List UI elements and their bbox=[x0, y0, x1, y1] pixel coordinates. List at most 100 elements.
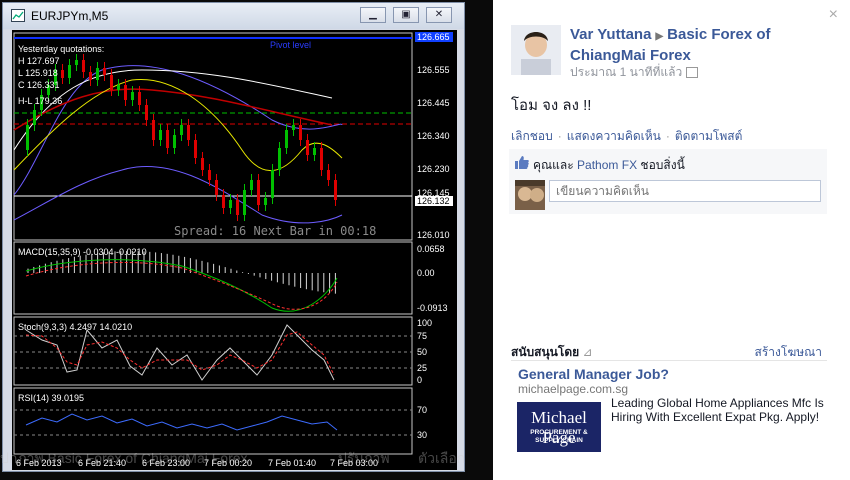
candle-body bbox=[180, 125, 183, 135]
candle-body bbox=[327, 170, 330, 180]
price-tick: 126.665 bbox=[417, 32, 450, 42]
sponsored-info-icon[interactable]: ⊿ bbox=[583, 345, 593, 359]
candle-body bbox=[208, 170, 211, 180]
thumbs-up-icon bbox=[515, 156, 529, 169]
ad-domain: michaelpage.com.sg bbox=[518, 382, 629, 396]
quote-line: Yesterday quotations: bbox=[18, 44, 104, 54]
quote-line: C 126.331 bbox=[18, 80, 60, 90]
price-tick: 126.010 bbox=[417, 230, 450, 240]
rsi-tick: 70 bbox=[417, 405, 427, 415]
caption-options-link[interactable]: ตัวเลือก bbox=[418, 448, 465, 470]
candle-body bbox=[33, 110, 36, 125]
candle-body bbox=[152, 120, 155, 140]
main-chart-frame bbox=[13, 32, 413, 241]
price-tick: 126.340 bbox=[417, 131, 450, 141]
candle-body bbox=[299, 125, 302, 140]
candle-body bbox=[82, 60, 85, 72]
candle-body bbox=[271, 170, 274, 198]
macd-label: MACD(15,35,9) -0.0304 -0.0210 bbox=[18, 247, 147, 257]
macd-tick: 0.00 bbox=[417, 268, 435, 278]
candle-body bbox=[89, 72, 92, 80]
maximize-button[interactable]: ▣ bbox=[393, 7, 419, 23]
candle-body bbox=[229, 200, 232, 208]
stoch-tick: 50 bbox=[417, 347, 427, 357]
close-button[interactable]: ✕ bbox=[426, 7, 452, 23]
caption-album-link[interactable]: ปกภาพ Basic Forex of ChiangMai Forex bbox=[0, 448, 248, 470]
unlike-link[interactable]: เลิกชอบ bbox=[511, 129, 553, 143]
stoch-tick: 25 bbox=[417, 363, 427, 373]
ad-body: Leading Global Home Appliances Mfc Is Hi… bbox=[611, 396, 824, 424]
macd-tick: 0.0658 bbox=[417, 244, 445, 254]
chart-window: EURJPYm,M5 ▁ ▣ ✕ Pivot level Yesterday q… bbox=[2, 2, 465, 472]
candle-body bbox=[131, 92, 134, 100]
follow-post-link[interactable]: ติดตามโพสต์ bbox=[675, 129, 743, 143]
candle-body bbox=[243, 190, 246, 215]
stoch-tick: 75 bbox=[417, 331, 427, 341]
chart-area: Pivot level Yesterday quotations: H 127.… bbox=[12, 30, 457, 470]
candle-body bbox=[306, 140, 309, 155]
candle-body bbox=[96, 68, 99, 80]
candle-body bbox=[187, 125, 190, 140]
rsi-axis: 70 30 bbox=[417, 405, 427, 440]
stoch-tick: 100 bbox=[417, 318, 432, 328]
commenter-avatar bbox=[515, 180, 545, 210]
candle-body bbox=[215, 180, 218, 195]
candle-body bbox=[110, 75, 113, 90]
author-avatar[interactable] bbox=[511, 25, 561, 75]
candle-body bbox=[103, 68, 106, 75]
likes-box: คุณและ Pathom FX ชอบสิ่งนี้ bbox=[509, 149, 827, 214]
photo-viewer: EURJPYm,M5 ▁ ▣ ✕ Pivot level Yesterday q… bbox=[0, 0, 493, 480]
audience-icon[interactable] bbox=[686, 67, 699, 79]
ad-divider bbox=[511, 360, 827, 361]
separator: · bbox=[557, 129, 562, 143]
candle-body bbox=[236, 200, 239, 215]
post-sidebar: × Var Yuttana ▶ Basic Forex of ChiangMai F… bbox=[493, 0, 850, 480]
price-axis: 126.665 126.555 126.445 126.340 126.230 … bbox=[415, 32, 453, 240]
comment-input[interactable] bbox=[549, 180, 821, 202]
commenter-photo bbox=[515, 180, 545, 210]
candle-body bbox=[222, 195, 225, 208]
candle-body bbox=[264, 198, 267, 205]
candle-body bbox=[117, 85, 120, 90]
author-name[interactable]: Var Yuttana bbox=[570, 26, 651, 43]
stoch-label: Stoch(9,3,3) 4.2497 14.0210 bbox=[18, 322, 132, 332]
candle-body bbox=[285, 130, 288, 148]
macd-tick: -0.0913 bbox=[417, 303, 448, 313]
rsi-label: RSI(14) 39.0195 bbox=[18, 393, 84, 403]
candle-body bbox=[145, 105, 148, 120]
price-tick: 126.555 bbox=[417, 65, 450, 75]
photo-caption-overlay: ปกภาพ Basic Forex of ChiangMai Forex ปรั… bbox=[0, 446, 493, 472]
current-price: 126.132 bbox=[417, 196, 450, 206]
sponsored-label: สนับสนุนโดย bbox=[511, 345, 580, 359]
candle-body bbox=[194, 140, 197, 158]
pivot-label: Pivot level bbox=[270, 40, 311, 50]
close-icon[interactable]: × bbox=[829, 6, 838, 24]
candle-body bbox=[320, 148, 323, 170]
spread-text: Spread: 16 Next Bar in 00:18 bbox=[174, 224, 376, 238]
price-tick: 126.230 bbox=[417, 164, 450, 174]
caption-edit-link[interactable]: ปรับภาพ bbox=[338, 448, 390, 470]
candle-body bbox=[313, 148, 316, 155]
minimize-button[interactable]: ▁ bbox=[360, 7, 386, 23]
post-actions: เลิกชอบ · แสดงความคิดเห็น · ติดตามโพสต์ bbox=[511, 127, 742, 146]
candle-body bbox=[292, 125, 295, 130]
ad-image[interactable]: Michael Page PROCUREMENT & SUPPLY CHAIN bbox=[517, 402, 601, 452]
liker-link[interactable]: Pathom FX bbox=[577, 158, 637, 172]
comment-link[interactable]: แสดงความคิดเห็น bbox=[567, 129, 661, 143]
timestamp-text[interactable]: ประมาณ 1 นาทีที่แล้ว bbox=[570, 65, 682, 79]
ad-image-subtitle: PROCUREMENT & SUPPLY CHAIN bbox=[530, 429, 588, 444]
candle-body bbox=[201, 158, 204, 170]
chart-window-titlebar: EURJPYm,M5 ▁ ▣ ✕ bbox=[3, 3, 464, 29]
likes-suffix: ชอบสิ่งนี้ bbox=[640, 158, 685, 172]
avatar-photo bbox=[511, 25, 561, 75]
candle-body bbox=[75, 60, 78, 65]
price-tick: 126.445 bbox=[417, 98, 450, 108]
likes-summary: คุณและ Pathom FX ชอบสิ่งนี้ bbox=[533, 156, 685, 175]
candle-body bbox=[278, 148, 281, 170]
arrow-right-icon: ▶ bbox=[655, 31, 664, 42]
quote-line: H 127.697 bbox=[18, 56, 60, 66]
stoch-axis: 100 75 50 25 0 bbox=[417, 318, 432, 385]
likes-prefix: คุณและ bbox=[533, 158, 574, 172]
ad-title[interactable]: General Manager Job? bbox=[518, 366, 669, 382]
candle-body bbox=[334, 180, 337, 200]
